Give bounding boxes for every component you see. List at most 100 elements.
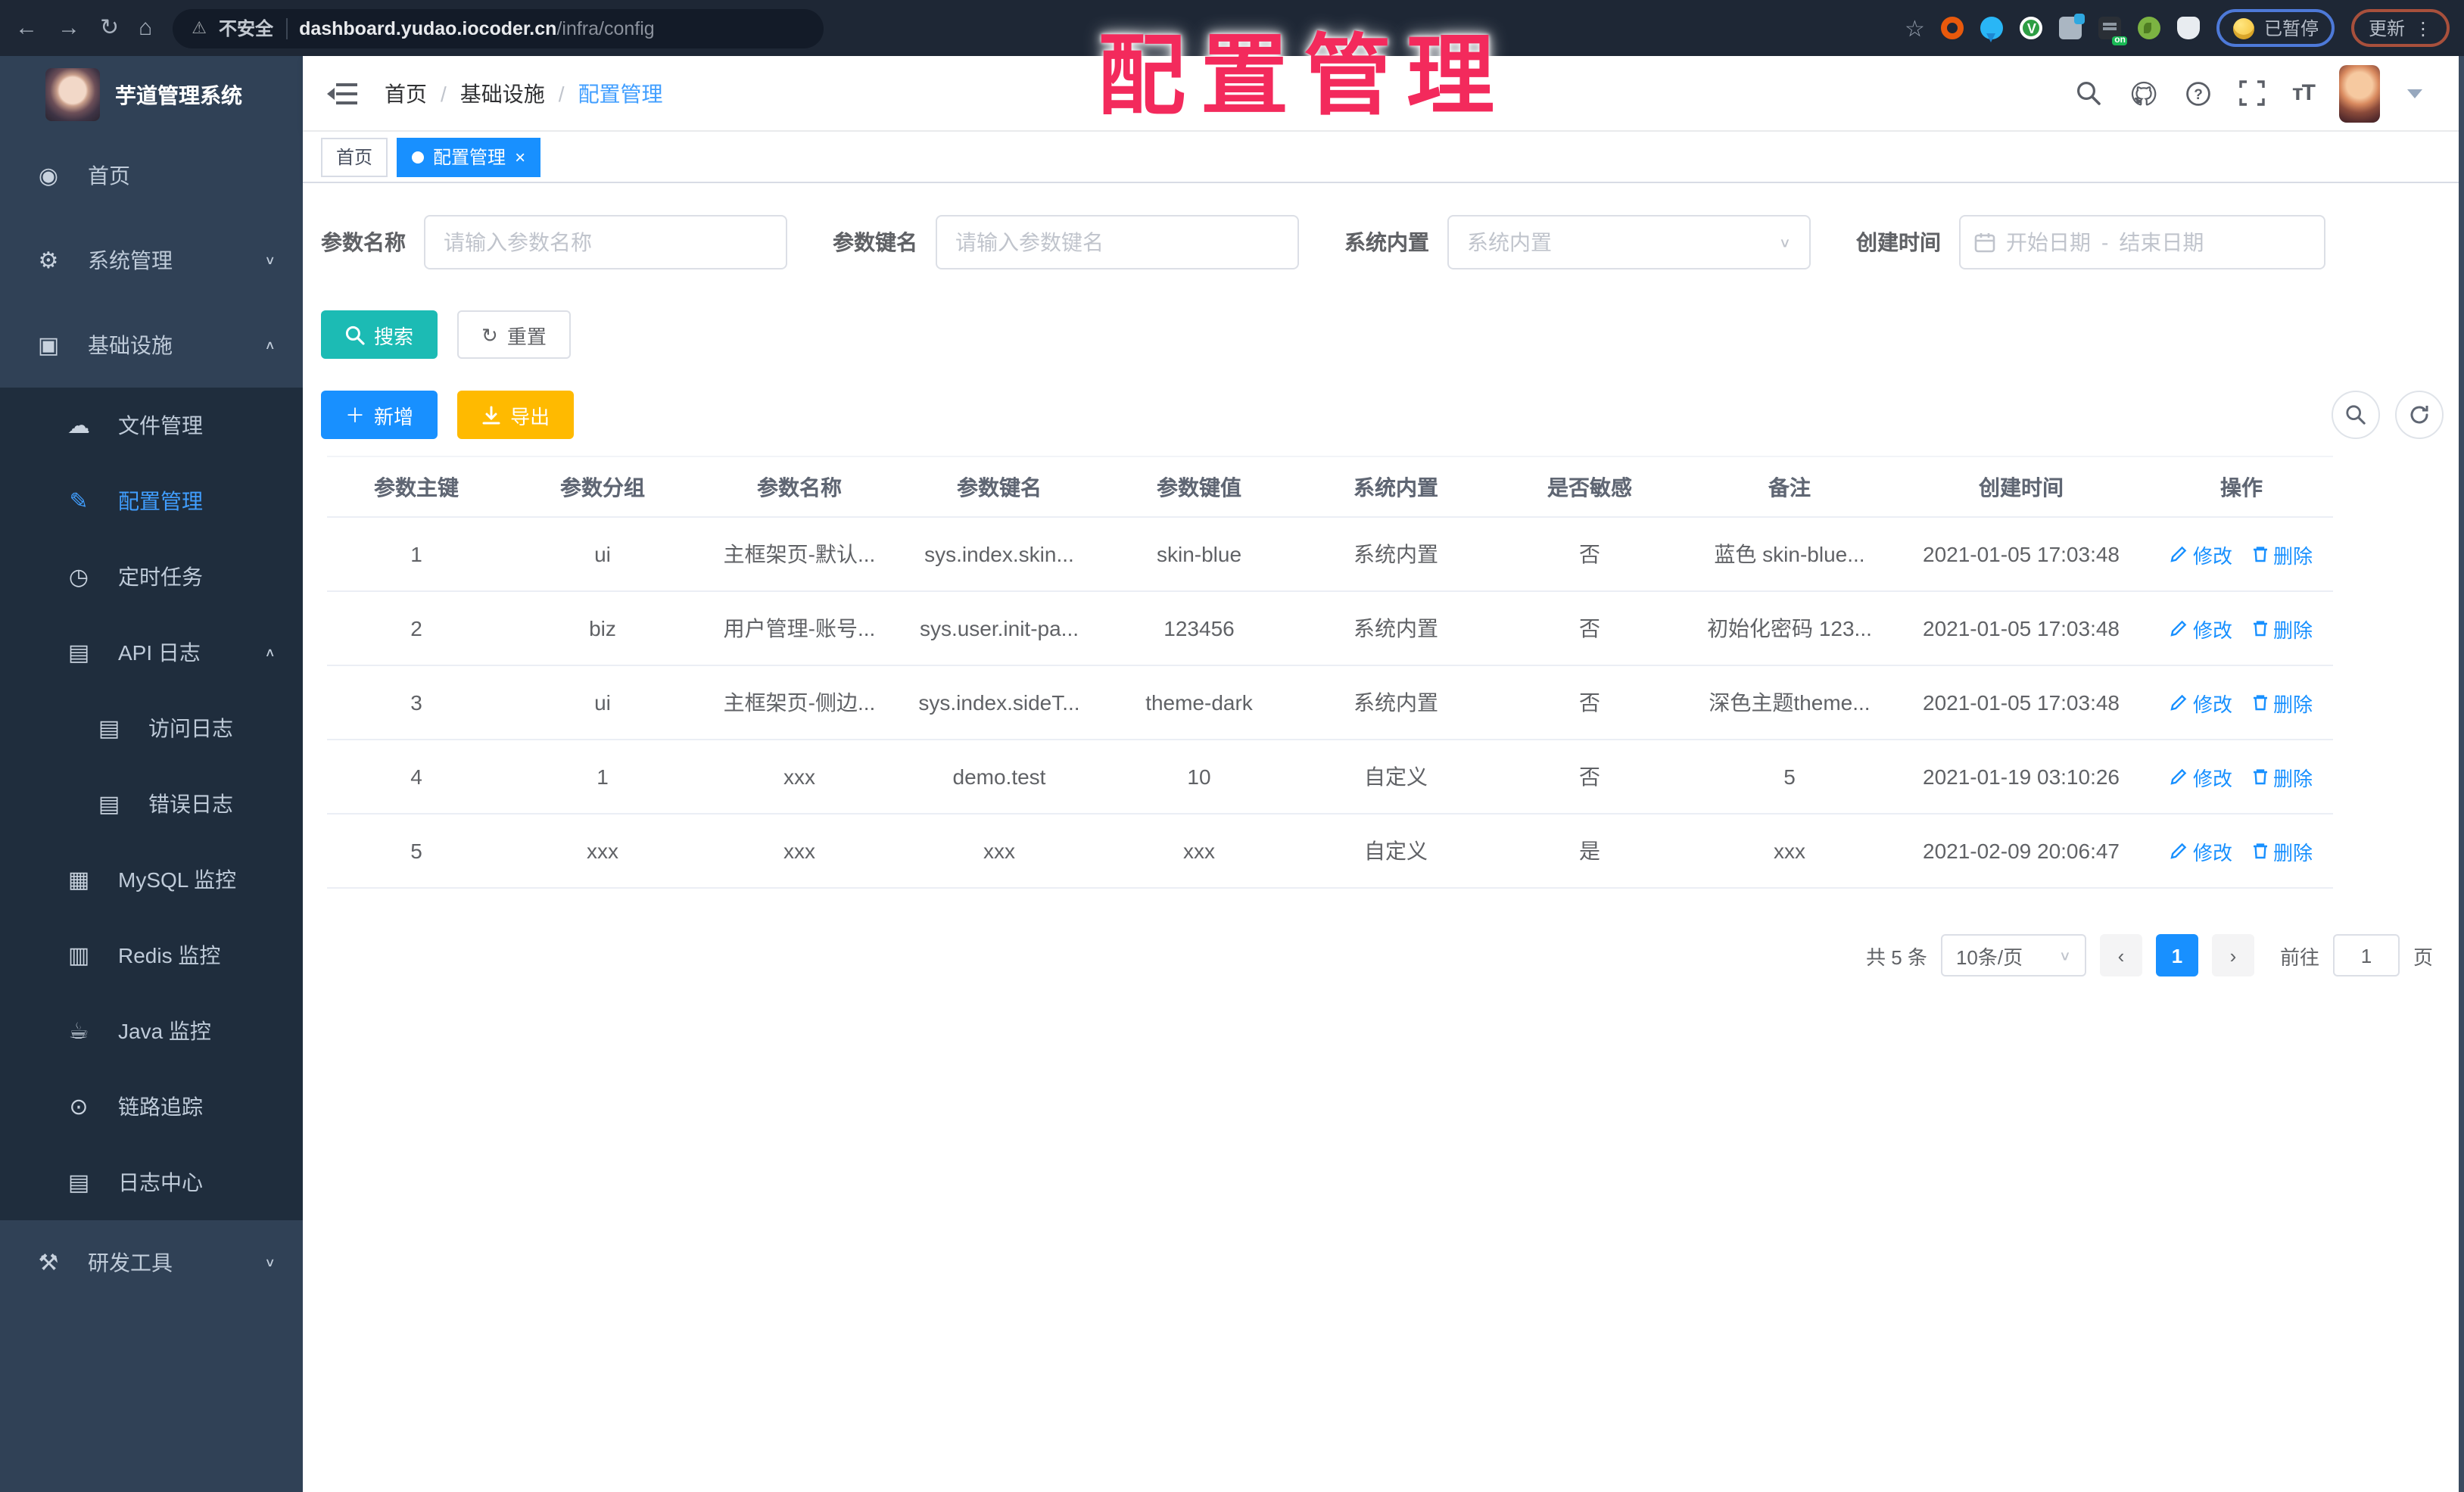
font-size-icon[interactable]: ᴛT bbox=[2292, 80, 2316, 106]
extension-v-icon[interactable]: V bbox=[2020, 17, 2043, 39]
refresh-button[interactable] bbox=[2394, 391, 2443, 439]
edit-link[interactable]: 修改 bbox=[2170, 762, 2232, 791]
current-page-button[interactable]: 1 bbox=[2155, 934, 2198, 976]
column-header: 是否敏感 bbox=[1493, 456, 1687, 518]
goto-page-input[interactable]: 1 bbox=[2332, 934, 2400, 976]
paused-extension-button[interactable]: 已暂停 bbox=[2216, 9, 2335, 47]
table-cell-type: 系统内置 bbox=[1299, 517, 1493, 592]
sidebar-item-home[interactable]: ◉ 首页 bbox=[0, 133, 303, 218]
tags-view: 首页 配置管理 × bbox=[303, 132, 2464, 183]
edit-link[interactable]: 修改 bbox=[2170, 540, 2232, 568]
table-cell-group: ui bbox=[506, 517, 699, 592]
page-size-select[interactable]: 10条/页 ∨ bbox=[1940, 934, 2086, 976]
param-name-input[interactable]: 请输入参数名称 bbox=[424, 215, 787, 269]
delete-link[interactable]: 删除 bbox=[2251, 836, 2313, 865]
sidebar-item-mysql[interactable]: ▦ MySQL 监控 bbox=[0, 842, 303, 917]
add-button[interactable]: ＋ 新增 bbox=[321, 391, 438, 439]
param-key-input[interactable]: 请输入参数键名 bbox=[936, 215, 1299, 269]
toggle-search-button[interactable] bbox=[2331, 391, 2379, 439]
address-bar[interactable]: ⚠ 不安全 dashboard.yudao.iocoder.cn/infra/c… bbox=[172, 8, 824, 48]
sidebar-item-label: 配置管理 bbox=[118, 489, 203, 513]
extension-puzzle-icon[interactable] bbox=[2177, 17, 2201, 39]
hamburger-icon[interactable] bbox=[327, 81, 357, 105]
delete-link[interactable]: 删除 bbox=[2251, 614, 2313, 643]
sidebar-menu: ◉ 首页 ⚙ 系统管理 ∨ ▣ 基础设施 ∧ ☁ 文件管理 ✎ 配置管理 ◷ 定时任务 ▤ API 日志 ∧ ▤ 访… bbox=[0, 133, 303, 1305]
date-range-input[interactable]: 开始日期 - 结束日期 bbox=[1959, 215, 2325, 269]
extension-pin-icon[interactable] bbox=[1980, 17, 2004, 42]
tab-home[interactable]: 首页 bbox=[321, 137, 388, 176]
delete-link[interactable]: 删除 bbox=[2251, 688, 2313, 717]
sidebar-item-redis[interactable]: ▥ Redis 监控 bbox=[0, 917, 303, 993]
sidebar-item-error-log[interactable]: ▤ 错误日志 bbox=[0, 766, 303, 842]
breadcrumb-home[interactable]: 首页 bbox=[385, 78, 427, 108]
system-type-label: 系统内置 bbox=[1344, 230, 1429, 254]
table-cell-remark: xxx bbox=[1687, 814, 1892, 889]
help-icon[interactable]: ? bbox=[2183, 78, 2213, 108]
chevron-down-icon[interactable] bbox=[2406, 89, 2422, 98]
reload-icon[interactable]: ↻ bbox=[100, 17, 119, 39]
sidebar-item-java[interactable]: ☕ Java 监控 bbox=[0, 993, 303, 1069]
search-button[interactable]: 搜索 bbox=[321, 310, 438, 359]
table-cell-actions: 修改 删除 bbox=[2150, 665, 2333, 740]
bookmark-star-icon[interactable]: ☆ bbox=[1905, 14, 1925, 42]
search-icon[interactable] bbox=[2074, 78, 2104, 108]
home-icon[interactable]: ⌂ bbox=[139, 17, 152, 39]
edit-icon bbox=[2171, 546, 2188, 562]
sidebar-item-api-log[interactable]: ▤ API 日志 ∧ bbox=[0, 615, 303, 690]
sidebar-item-label: Redis 监控 bbox=[118, 943, 221, 967]
pagination: 共 5 条 10条/页 ∨ ‹ 1 › 前往 1 页 bbox=[321, 934, 2433, 976]
table-body: 1 ui 主框架页-默认... sys.index.skin... skin-blue 系… bbox=[327, 517, 2333, 889]
sidebar-item-dev-tools[interactable]: ⚒ 研发工具 ∨ bbox=[0, 1220, 303, 1305]
export-button[interactable]: 导出 bbox=[457, 391, 575, 439]
sidebar-item-file[interactable]: ☁ 文件管理 bbox=[0, 388, 303, 463]
sidebar-item-infra[interactable]: ▣ 基础设施 ∧ bbox=[0, 303, 303, 388]
sidebar-item-access-log[interactable]: ▤ 访问日志 bbox=[0, 690, 303, 766]
sidebar-item-trace[interactable]: ⊙ 链路追踪 bbox=[0, 1069, 303, 1145]
tab-config[interactable]: 配置管理 × bbox=[397, 137, 541, 176]
prev-page-button[interactable]: ‹ bbox=[2099, 934, 2142, 976]
scrollbar[interactable] bbox=[2458, 56, 2464, 1492]
extension-cube-icon[interactable] bbox=[2059, 14, 2086, 39]
close-icon[interactable]: × bbox=[515, 148, 525, 166]
edit-link[interactable]: 修改 bbox=[2170, 614, 2232, 643]
browser-update-menu-button[interactable]: 更新 ⋮ bbox=[2351, 9, 2449, 47]
extension-leaf-icon[interactable] bbox=[2138, 17, 2161, 39]
mysql-icon: ▦ bbox=[67, 867, 90, 893]
table-cell-remark: 蓝色 skin-blue... bbox=[1687, 517, 1892, 592]
edit-link[interactable]: 修改 bbox=[2170, 688, 2232, 717]
download-icon bbox=[482, 405, 500, 424]
delete-link[interactable]: 删除 bbox=[2251, 762, 2313, 791]
column-header: 参数名称 bbox=[699, 456, 899, 518]
java-icon: ☕ bbox=[68, 1019, 89, 1045]
extension-terminal-icon[interactable]: on bbox=[2098, 17, 2128, 45]
table-cell-name: 主框架页-默认... bbox=[699, 517, 899, 592]
breadcrumb-infra[interactable]: 基础设施 bbox=[460, 78, 545, 108]
column-header: 参数主键 bbox=[327, 456, 506, 518]
forward-icon[interactable]: → bbox=[58, 17, 80, 39]
table-cell-group: ui bbox=[506, 665, 699, 740]
back-icon[interactable]: ← bbox=[15, 17, 38, 39]
table-row: 4 1 xxx demo.test 10 自定义否 5 2021-01-19 03:10:26… bbox=[327, 740, 2333, 815]
fullscreen-icon[interactable] bbox=[2238, 78, 2268, 108]
next-page-button[interactable]: › bbox=[2211, 934, 2254, 976]
sidebar-logo[interactable]: 芋道管理系统 bbox=[0, 56, 303, 133]
sidebar-item-config[interactable]: ✎ 配置管理 bbox=[0, 463, 303, 539]
table-cell-id: 5 bbox=[327, 814, 506, 889]
github-icon[interactable] bbox=[2129, 78, 2159, 108]
tools-icon: ⚒ bbox=[38, 1251, 59, 1276]
config-table: 参数主键 参数分组 参数名称 参数键名 参数键值 系统内置 是否敏感 备注 创建时间 操作 1 ui… bbox=[327, 456, 2333, 889]
avatar[interactable] bbox=[2338, 64, 2379, 122]
emoji-icon bbox=[2233, 17, 2255, 39]
refresh-icon: ↻ bbox=[481, 323, 498, 346]
sidebar-item-system[interactable]: ⚙ 系统管理 ∨ bbox=[0, 218, 303, 303]
table-cell-id: 3 bbox=[327, 665, 506, 740]
delete-link[interactable]: 删除 bbox=[2251, 540, 2313, 568]
edit-link[interactable]: 修改 bbox=[2170, 836, 2232, 865]
chevron-down-icon: ∨ bbox=[264, 1256, 276, 1269]
sidebar-item-log-center[interactable]: ▤ 日志中心 bbox=[0, 1145, 303, 1220]
sidebar-item-job[interactable]: ◷ 定时任务 bbox=[0, 539, 303, 615]
table-cell-sensitive: 是 bbox=[1493, 814, 1687, 889]
system-type-select[interactable]: 系统内置 ∨ bbox=[1447, 215, 1811, 269]
extension-donut-icon[interactable] bbox=[1941, 17, 1964, 39]
reset-button[interactable]: ↻ 重置 bbox=[457, 310, 571, 359]
